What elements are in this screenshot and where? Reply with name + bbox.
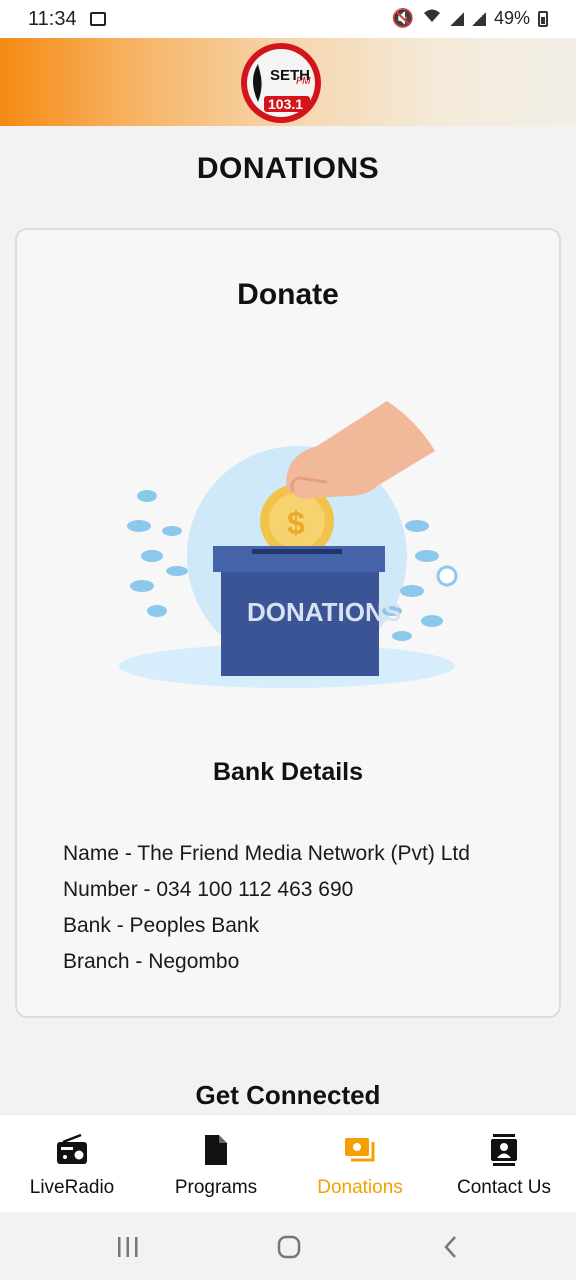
donate-card: Donate $ DONATIONS Bank Details Name - T… (15, 228, 561, 1018)
status-time: 11:34 (28, 8, 77, 30)
contacts-icon (491, 1134, 517, 1166)
system-nav-bar (0, 1212, 576, 1280)
donations-icon (345, 1138, 375, 1162)
battery-percent: 49% (493, 8, 530, 28)
recents-button[interactable] (111, 1230, 145, 1264)
recents-icon (118, 1237, 138, 1257)
signal-icon (449, 11, 464, 26)
seth-fm-logo: SETH FM 103.1 (241, 43, 321, 123)
bank-name-line: Name - The Friend Media Network (Pvt) Lt… (63, 842, 470, 865)
nav-item-liveradio[interactable]: LiveRadio (0, 1115, 144, 1212)
wifi-icon (422, 8, 442, 29)
nav-label-programs: Programs (174, 1177, 258, 1198)
bank-details-list: Name - The Friend Media Network (Pvt) Lt… (63, 836, 470, 980)
back-button[interactable] (434, 1230, 468, 1264)
nav-label-contact-us: Contact Us (457, 1177, 551, 1198)
nav-label-liveradio: LiveRadio (29, 1177, 115, 1198)
signal-icon-2 (471, 11, 486, 26)
app-header: SETH FM 103.1 (0, 38, 576, 126)
home-icon (277, 1235, 301, 1259)
bank-number-line: Number - 034 100 112 463 690 (63, 878, 354, 901)
nav-item-programs[interactable]: Programs (144, 1115, 288, 1212)
get-connected-heading: Get Connected (195, 1080, 381, 1110)
page-title: DONATIONS (196, 152, 380, 185)
gallery-notification-icon (90, 12, 106, 26)
status-indicators: 🔇 49% (392, 8, 548, 29)
logo-text-fm: FM (296, 76, 311, 87)
bank-details-title: Bank Details (212, 758, 364, 786)
radio-icon (57, 1133, 87, 1164)
nav-item-donations[interactable]: Donations (288, 1115, 432, 1212)
battery-icon (538, 10, 548, 27)
card-title: Donate (237, 278, 339, 311)
svg-text:$: $ (287, 505, 305, 541)
status-bar: 11:34 🔇 49% (0, 0, 576, 38)
bank-bank-line: Bank - Peoples Bank (63, 914, 260, 937)
bank-branch-line: Branch - Negombo (63, 950, 240, 973)
donation-box-illustration: $ DONATIONS (119, 401, 458, 688)
bottom-nav: LiveRadio Programs Donations Contact Us (0, 1115, 576, 1212)
logo-text-freq: 103.1 (268, 96, 303, 112)
mute-icon: 🔇 (391, 8, 414, 28)
document-icon (205, 1135, 227, 1165)
back-icon (444, 1236, 456, 1258)
nav-label-donations: Donations (317, 1177, 403, 1198)
illustration-label: DONATIONS (247, 597, 401, 627)
home-button[interactable] (272, 1230, 306, 1264)
nav-item-contact-us[interactable]: Contact Us (432, 1115, 576, 1212)
